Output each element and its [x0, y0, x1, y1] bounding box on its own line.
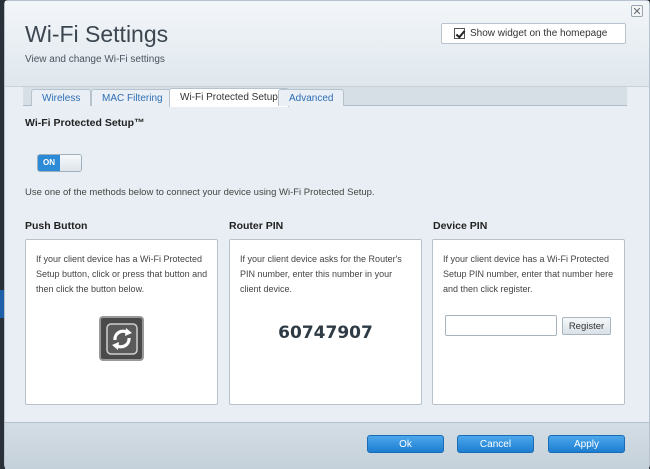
wps-toggle[interactable]: ON — [37, 154, 82, 172]
wps-push-button[interactable] — [99, 316, 144, 361]
device-pin-input[interactable] — [445, 315, 557, 336]
push-button-heading: Push Button — [25, 220, 88, 232]
device-pin-text: If your client device has a Wi-Fi Protec… — [443, 254, 614, 294]
toggle-knob — [60, 155, 81, 171]
device-pin-heading: Device PIN — [433, 220, 488, 232]
page-title: Wi-Fi Settings — [25, 21, 169, 47]
show-widget-label: Show widget on the homepage — [470, 28, 608, 39]
router-pin-value: 60747907 — [278, 323, 373, 343]
page-subtitle: View and change Wi-Fi settings — [25, 54, 165, 65]
tab-wireless[interactable]: Wireless — [31, 89, 92, 106]
footer: Ok Cancel Apply — [5, 422, 649, 469]
tab-advanced[interactable]: Advanced — [278, 89, 345, 106]
wps-icon — [105, 322, 138, 355]
show-widget-checkbox[interactable] — [454, 28, 465, 39]
close-icon[interactable]: ✕ — [631, 5, 643, 18]
header: Wi-Fi Settings View and change Wi-Fi set… — [5, 1, 649, 87]
device-pin-panel: If your client device has a Wi-Fi Protec… — [432, 239, 625, 405]
ok-button[interactable]: Ok — [367, 435, 444, 453]
push-button-panel: If your client device has a Wi-Fi Protec… — [25, 239, 218, 405]
tab-wifi-protected-setup[interactable]: Wi-Fi Protected Setup — [169, 88, 289, 107]
tab-bar: Wireless MAC Filtering Wi-Fi Protected S… — [23, 87, 627, 107]
tab-mac-filtering[interactable]: MAC Filtering — [91, 89, 174, 106]
wps-content: Wi-Fi Protected Setup™ ON Use one of the… — [5, 106, 649, 428]
apply-button[interactable]: Apply — [548, 435, 625, 453]
router-pin-text: If your client device asks for the Route… — [240, 254, 402, 294]
section-title: Wi-Fi Protected Setup™ — [25, 117, 145, 129]
push-button-text: If your client device has a Wi-Fi Protec… — [36, 254, 208, 294]
router-pin-panel: If your client device asks for the Route… — [229, 239, 422, 405]
show-widget-checkbox-row[interactable]: Show widget on the homepage — [441, 23, 626, 44]
wifi-settings-window: Wi-Fi Settings View and change Wi-Fi set… — [4, 0, 650, 469]
toggle-on-label: ON — [38, 155, 60, 171]
cancel-button[interactable]: Cancel — [457, 435, 534, 453]
register-button[interactable]: Register — [562, 317, 611, 335]
wps-instructions: Use one of the methods below to connect … — [25, 187, 375, 198]
router-pin-heading: Router PIN — [229, 220, 284, 232]
